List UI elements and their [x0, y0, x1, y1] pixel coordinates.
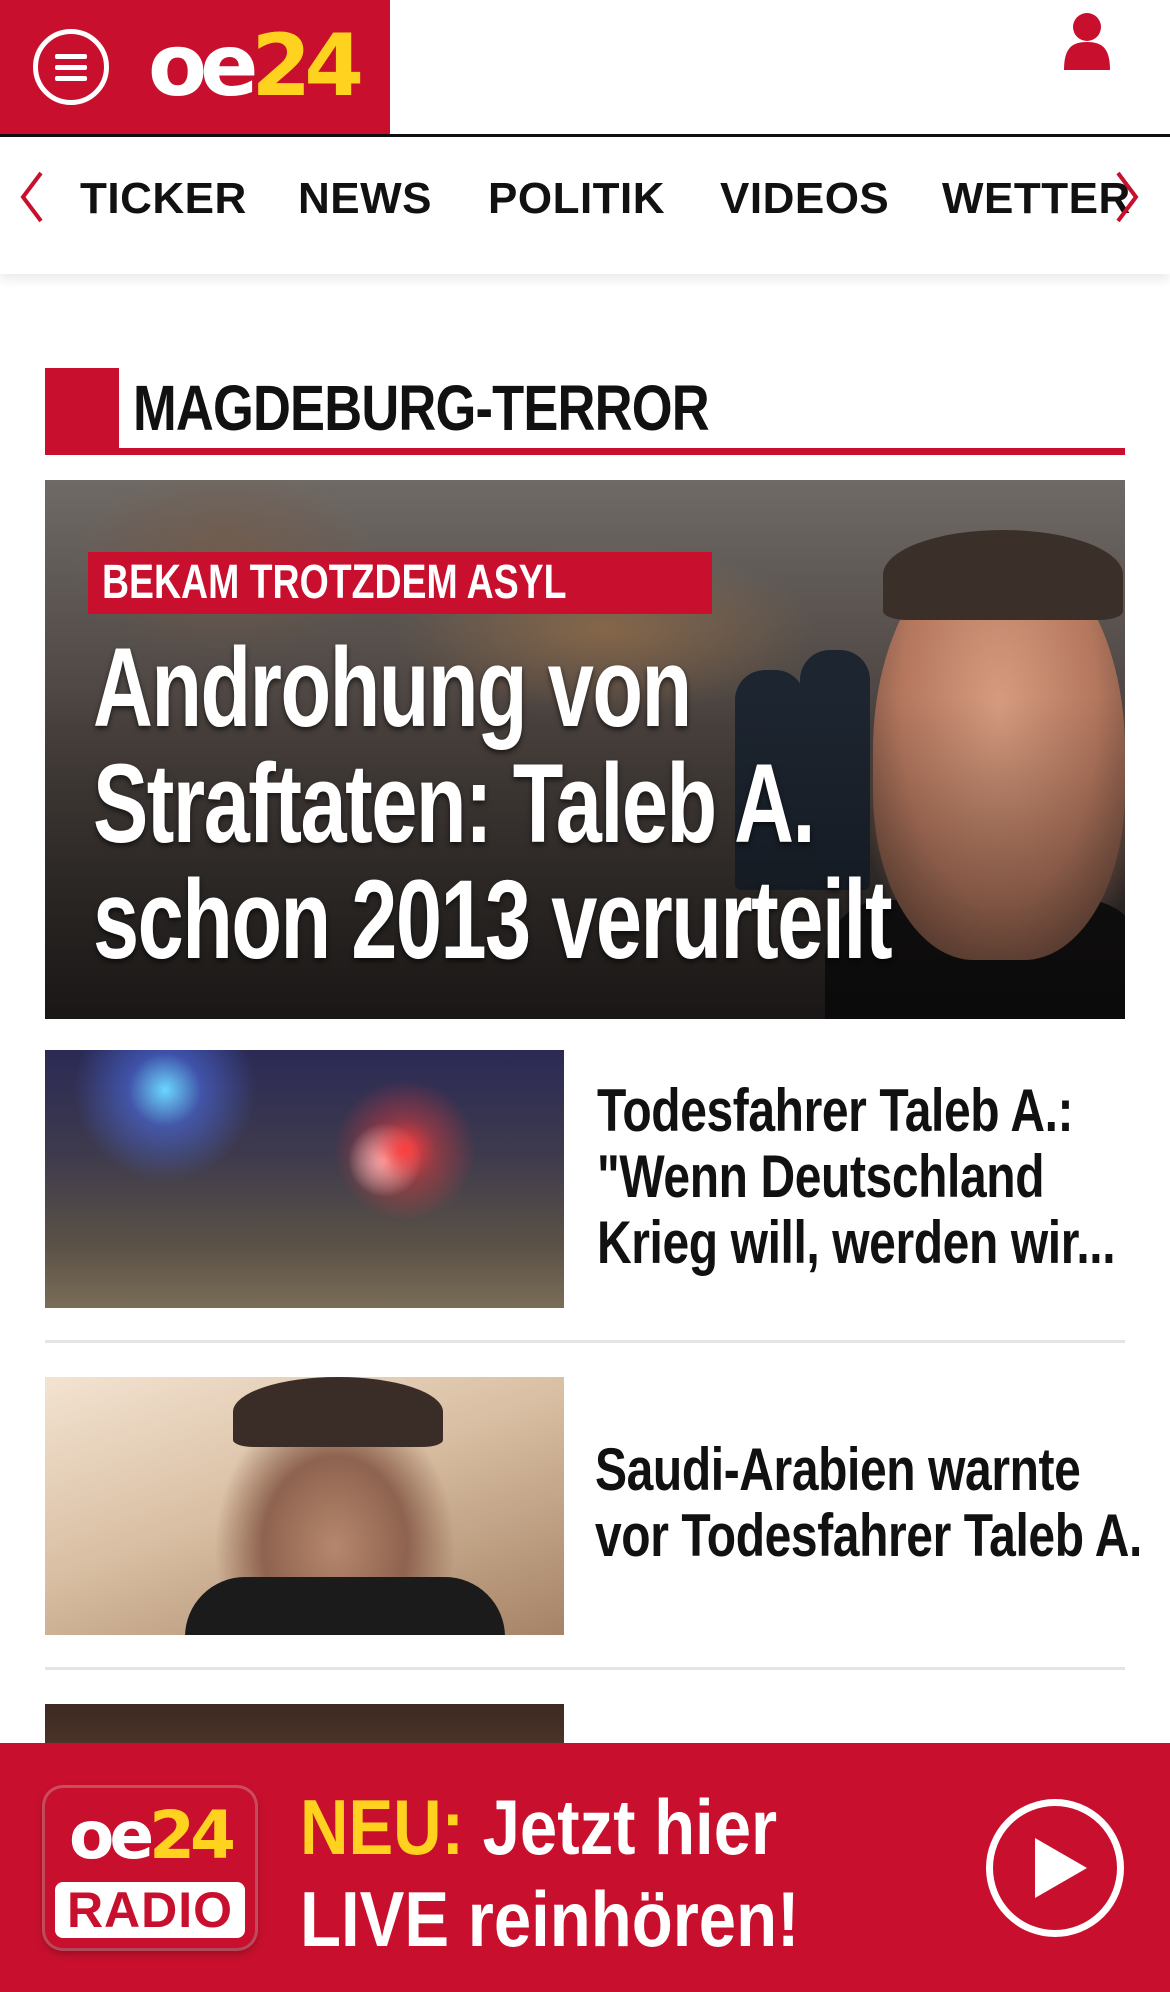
article-teaser[interactable]: [45, 1704, 1125, 1743]
top-header: oe24: [0, 0, 1170, 137]
hero-kicker: BEKAM TROTZDEM ASYL: [88, 552, 712, 614]
article-divider: [45, 1667, 1125, 1670]
nav-item-politik[interactable]: POLITIK: [488, 173, 665, 225]
hamburger-menu-icon[interactable]: [33, 29, 109, 105]
chevron-right-icon[interactable]: [1112, 167, 1142, 227]
article-teaser[interactable]: Todesfahrer Taleb A.: "Wenn Deutschland …: [45, 1050, 1125, 1308]
article-thumbnail[interactable]: [45, 1704, 564, 1743]
hero-headline[interactable]: Androhung von Straftaten: Taleb A. schon…: [93, 630, 907, 978]
article-divider: [45, 1340, 1125, 1343]
hero-article[interactable]: BEKAM TROTZDEM ASYL Androhung von Straft…: [45, 480, 1125, 1019]
radio-logo[interactable]: oe24 RADIO: [45, 1788, 255, 1948]
nav-item-wetter[interactable]: WETTER: [942, 173, 1131, 225]
article-thumbnail[interactable]: [45, 1377, 564, 1635]
article-thumbnail[interactable]: [45, 1050, 564, 1308]
category-nav: TICKER NEWS POLITIK VIDEOS WETTER: [0, 137, 1170, 274]
article-teaser[interactable]: Saudi-Arabien warnte vor Todesfahrer Tal…: [45, 1377, 1142, 1635]
play-icon[interactable]: [986, 1799, 1124, 1937]
section-accent: [45, 368, 119, 448]
oe24-logo[interactable]: oe24: [148, 14, 364, 119]
radio-banner[interactable]: oe24 RADIO NEU: Jetzt hier LIVE reinhöre…: [0, 1743, 1170, 1992]
article-headline[interactable]: Saudi-Arabien warnte vor Todesfahrer Tal…: [595, 1437, 1155, 1569]
section-header: MAGDEBURG-TERROR: [45, 368, 1125, 456]
radio-logo-label: RADIO: [55, 1882, 245, 1938]
section-underline: [45, 448, 1125, 455]
nav-item-videos[interactable]: VIDEOS: [720, 173, 889, 225]
radio-promo-text[interactable]: NEU: Jetzt hier LIVE reinhören!: [300, 1781, 988, 1965]
nav-item-news[interactable]: NEWS: [298, 173, 432, 225]
chevron-left-icon[interactable]: [17, 167, 47, 227]
radio-line2: LIVE reinhören!: [300, 1875, 800, 1963]
brand-block: oe24: [0, 0, 390, 134]
radio-line1: Jetzt hier: [482, 1783, 778, 1871]
article-headline[interactable]: Todesfahrer Taleb A.: "Wenn Deutschland …: [597, 1078, 1157, 1276]
section-title[interactable]: MAGDEBURG-TERROR: [133, 368, 710, 448]
radio-neu-label: NEU:: [300, 1783, 464, 1871]
user-icon[interactable]: [1062, 12, 1112, 70]
nav-item-ticker[interactable]: TICKER: [80, 173, 247, 225]
